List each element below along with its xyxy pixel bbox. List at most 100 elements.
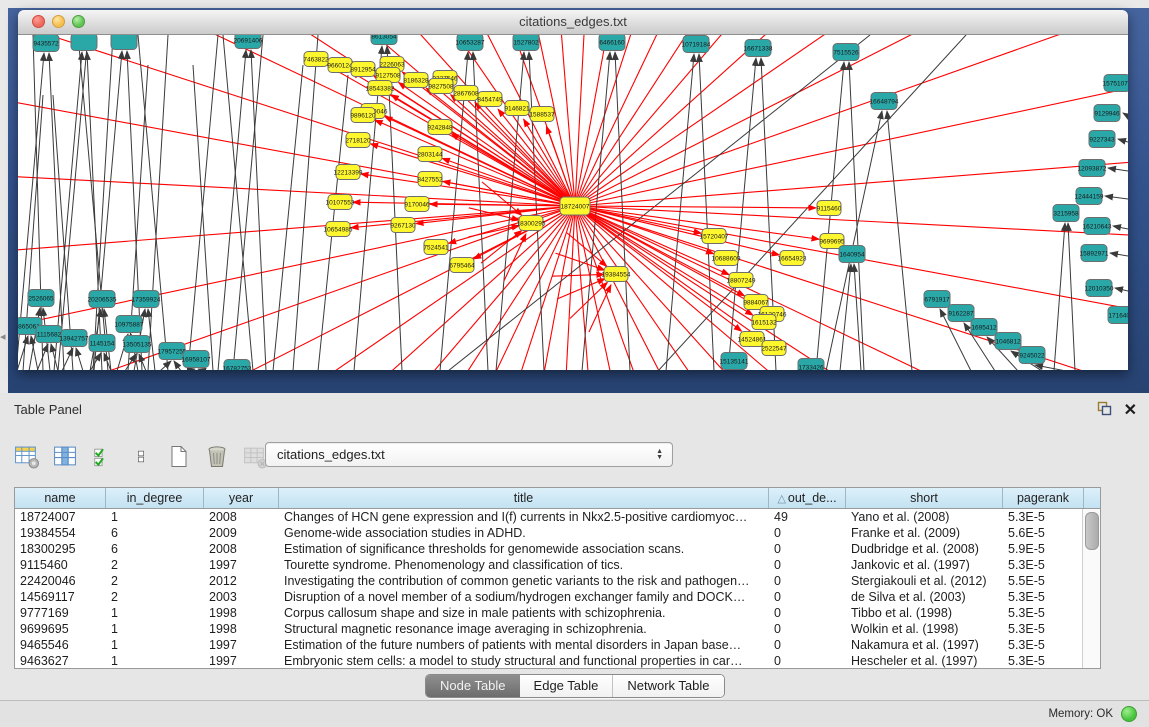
table-row[interactable]: 911546021997Tourette syndrome. Phenomeno… (15, 557, 1100, 573)
table-cell[interactable]: 5.3E-5 (1003, 589, 1084, 605)
table-cell[interactable]: 18724007 (15, 509, 106, 525)
table-cell[interactable]: 2 (106, 557, 204, 573)
table-cell[interactable]: 0 (769, 637, 846, 653)
table-cell[interactable]: Franke et al. (2009) (846, 525, 1003, 541)
table-cell[interactable]: Dudbridge et al. (2008) (846, 541, 1003, 557)
table-cell[interactable]: 0 (769, 653, 846, 669)
table-cell[interactable]: Investigating the contribution of common… (279, 573, 769, 589)
table-cell[interactable]: 1998 (204, 621, 279, 637)
tab-network-table[interactable]: Network Table (612, 675, 723, 697)
table-row[interactable]: 1456911722003Disruption of a novel membe… (15, 589, 1100, 605)
table-cell[interactable]: Genome-wide association studies in ADHD. (279, 525, 769, 541)
table-cell[interactable]: 9465546 (15, 637, 106, 653)
table-cell[interactable]: 0 (769, 557, 846, 573)
table-cell[interactable]: 0 (769, 605, 846, 621)
table-row[interactable]: 1830029562008Estimation of significance … (15, 541, 1100, 557)
zoom-window-button[interactable] (72, 15, 85, 28)
table-cell[interactable]: 1 (106, 621, 204, 637)
table-cell[interactable]: 5.6E-5 (1003, 525, 1084, 541)
table-cell[interactable]: Embryonic stem cells: a model to study s… (279, 653, 769, 669)
graph-node[interactable] (71, 35, 97, 51)
table-cell[interactable]: 9777169 (15, 605, 106, 621)
table-cell[interactable]: 5.3E-5 (1003, 637, 1084, 653)
table-cell[interactable]: 2 (106, 573, 204, 589)
table-cell[interactable]: 0 (769, 541, 846, 557)
table-cell[interactable]: 2009 (204, 525, 279, 541)
table-cell[interactable]: 1997 (204, 557, 279, 573)
table-cell[interactable]: 2003 (204, 589, 279, 605)
attribute-table[interactable]: namein_degreeyeartitle△out_de...shortpag… (14, 487, 1101, 669)
table-cell[interactable]: Nakamura et al. (1997) (846, 637, 1003, 653)
table-cell[interactable]: Estimation of significance thresholds fo… (279, 541, 769, 557)
table-cell[interactable]: 1 (106, 605, 204, 621)
table-cell[interactable]: 5.5E-5 (1003, 573, 1084, 589)
table-cell[interactable]: 9463627 (15, 653, 106, 669)
table-cell[interactable]: 2008 (204, 509, 279, 525)
table-cell[interactable]: 0 (769, 621, 846, 637)
table-cell[interactable]: 49 (769, 509, 846, 525)
network-window-titlebar[interactable]: citations_edges.txt (18, 10, 1128, 35)
network-graph[interactable]: 9435572206914068613054106532871527802646… (18, 35, 1128, 370)
graph-node[interactable] (111, 35, 137, 50)
memory-status-indicator[interactable] (1121, 706, 1137, 722)
table-row[interactable]: 1872400712008Changes of HCN gene express… (15, 509, 1100, 525)
float-panel-icon[interactable] (1096, 400, 1112, 421)
table-header-row[interactable]: namein_degreeyeartitle△out_de...shortpag… (15, 488, 1100, 509)
table-cell[interactable]: Stergiakouli et al. (2012) (846, 573, 1003, 589)
table-cell[interactable]: Tourette syndrome. Phenomenology and cla… (279, 557, 769, 573)
tab-edge-table[interactable]: Edge Table (520, 675, 613, 697)
select-rows-icon[interactable] (90, 443, 116, 469)
table-cell[interactable]: 1997 (204, 653, 279, 669)
minimize-window-button[interactable] (52, 15, 65, 28)
table-cell[interactable]: Disruption of a novel member of a sodium… (279, 589, 769, 605)
table-cell[interactable]: Tibbo et al. (1998) (846, 605, 1003, 621)
toggle-rows-icon[interactable] (128, 443, 154, 469)
column-header-out_de[interactable]: △out_de... (769, 488, 846, 508)
table-cell[interactable]: 1997 (204, 637, 279, 653)
table-cell[interactable]: 2012 (204, 573, 279, 589)
table-cell[interactable]: 14569117 (15, 589, 106, 605)
close-panel-icon[interactable]: ✕ (1124, 403, 1137, 419)
tab-node-table[interactable]: Node Table (426, 675, 520, 697)
table-cell[interactable]: 18300295 (15, 541, 106, 557)
table-cell[interactable]: 1 (106, 637, 204, 653)
table-row[interactable]: 969969511998Structural magnetic resonanc… (15, 621, 1100, 637)
table-cell[interactable]: Estimation of the future numbers of pati… (279, 637, 769, 653)
table-row[interactable]: 946362711997Embryonic stem cells: a mode… (15, 653, 1100, 669)
table-cell[interactable]: 5.3E-5 (1003, 509, 1084, 525)
network-window[interactable]: citations_edges.txt 94355722069140686130… (18, 10, 1128, 370)
table-cell[interactable]: 2 (106, 589, 204, 605)
table-cell[interactable]: Hescheler et al. (1997) (846, 653, 1003, 669)
column-header-short[interactable]: short (846, 488, 1003, 508)
table-cell[interactable]: 1998 (204, 605, 279, 621)
table-row[interactable]: 946554611997Estimation of the future num… (15, 637, 1100, 653)
table-settings-icon[interactable] (14, 443, 40, 469)
table-cell[interactable]: 19384554 (15, 525, 106, 541)
table-cell[interactable]: 1 (106, 653, 204, 669)
column-header-pagerank[interactable]: pagerank (1003, 488, 1084, 508)
table-row[interactable]: 977716911998Corpus callosum shape and si… (15, 605, 1100, 621)
close-window-button[interactable] (32, 15, 45, 28)
table-cell[interactable]: Yano et al. (2008) (846, 509, 1003, 525)
table-cell[interactable]: 2008 (204, 541, 279, 557)
table-row[interactable]: 2242004622012Investigating the contribut… (15, 573, 1100, 589)
column-header-in_degree[interactable]: in_degree (106, 488, 204, 508)
table-body[interactable]: 1872400712008Changes of HCN gene express… (15, 509, 1100, 669)
table-cell[interactable]: 5.3E-5 (1003, 621, 1084, 637)
table-cell[interactable]: 6 (106, 541, 204, 557)
column-header-name[interactable]: name (15, 488, 106, 508)
table-cell[interactable]: Corpus callosum shape and size in male p… (279, 605, 769, 621)
table-cell[interactable]: 9699695 (15, 621, 106, 637)
delete-table-icon[interactable] (204, 443, 230, 469)
table-cell[interactable]: 5.3E-5 (1003, 557, 1084, 573)
show-columns-icon[interactable] (52, 443, 78, 469)
table-cell[interactable]: Structural magnetic resonance image aver… (279, 621, 769, 637)
table-cell[interactable]: 0 (769, 573, 846, 589)
table-cell[interactable]: Jankovic et al. (1997) (846, 557, 1003, 573)
column-header-year[interactable]: year (204, 488, 279, 508)
table-cell[interactable]: 22420046 (15, 573, 106, 589)
table-cell[interactable]: 5.9E-5 (1003, 541, 1084, 557)
network-canvas[interactable]: 9435572206914068613054106532871527802646… (18, 35, 1128, 370)
table-cell[interactable]: Wolkin et al. (1998) (846, 621, 1003, 637)
table-cell[interactable]: de Silva et al. (2003) (846, 589, 1003, 605)
